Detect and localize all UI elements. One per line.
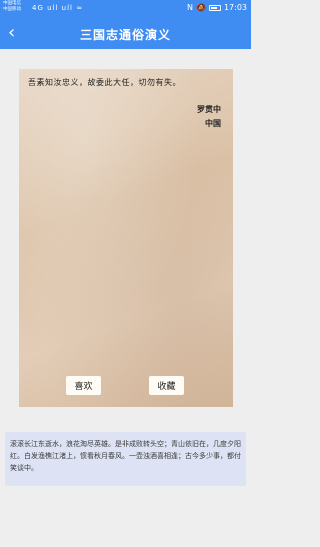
quote-text: 吾素知汝忠义，故委此大任，切勿有失。 — [28, 78, 181, 87]
favorite-button[interactable]: 收藏 — [149, 376, 184, 395]
nav-bar: ‹ 三国志通俗演义 — [0, 19, 251, 49]
signal-icons: 4G ull ull ≈ — [32, 4, 84, 12]
status-bar: 中国电信 中国移动 4G ull ull ≈ N 🔕 17:03 — [0, 0, 251, 19]
clock: 17:03 — [223, 3, 247, 12]
poem-card: 滚滚长江东逝水，浪花淘尽英雄。是非成败转头空；青山依旧在，几度夕阳红。白发渔樵江… — [5, 432, 246, 486]
carrier-info: 中国电信 中国移动 — [3, 1, 21, 13]
author-block: 罗贯中 中国 — [197, 103, 221, 131]
carrier-line-2: 中国移动 — [3, 7, 21, 12]
author-name: 罗贯中 — [197, 105, 221, 114]
author-country: 中国 — [205, 119, 221, 128]
page-title: 三国志通俗演义 — [79, 28, 171, 42]
nfc-icon: N — [186, 3, 193, 12]
status-right: N 🔕 17:03 — [187, 3, 247, 12]
battery-icon — [208, 4, 221, 11]
quote-paper: 吾素知汝忠义，故委此大任，切勿有失。 罗贯中 中国 喜欢 收藏 — [19, 69, 233, 407]
like-button[interactable]: 喜欢 — [66, 376, 101, 395]
mute-icon: 🔕 — [195, 3, 206, 12]
